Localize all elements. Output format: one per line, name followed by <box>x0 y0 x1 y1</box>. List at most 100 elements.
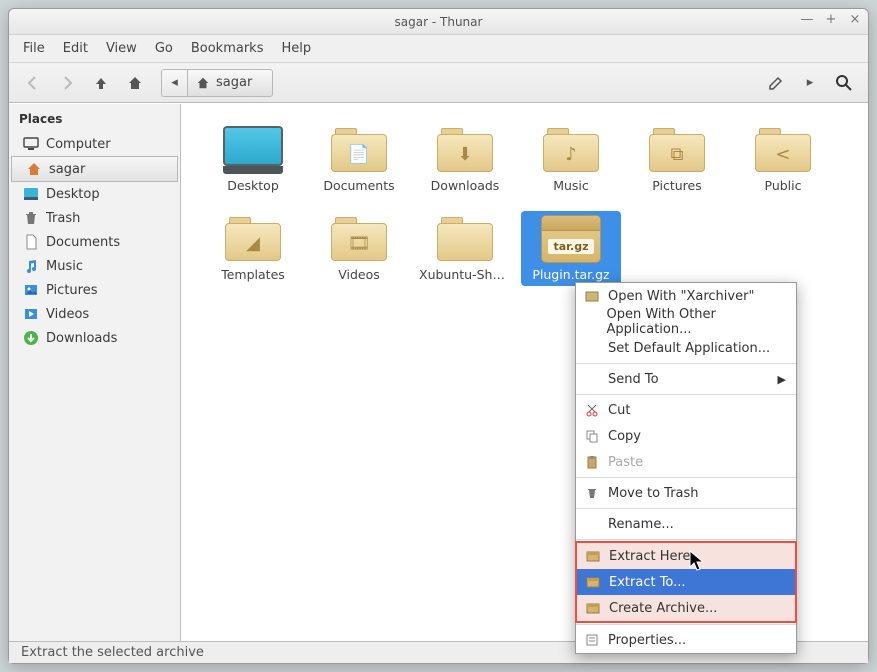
context-menu-item: Paste <box>576 449 796 475</box>
context-menu-item[interactable]: Copy <box>576 423 796 449</box>
menu-separator <box>576 624 796 625</box>
menu-go[interactable]: Go <box>155 41 173 56</box>
file-item[interactable]: Desktop <box>203 122 303 197</box>
context-menu-label: Create Archive... <box>609 601 717 616</box>
sidebar-item-pictures[interactable]: Pictures <box>9 278 180 302</box>
copy-icon <box>584 428 600 444</box>
trash-icon <box>23 210 39 226</box>
file-item[interactable]: 🎞Videos <box>309 211 409 286</box>
file-item[interactable]: <Public <box>733 122 833 197</box>
monitor-icon <box>23 136 39 152</box>
file-label: Xubuntu-Shared <box>419 267 511 282</box>
sidebar-item-trash[interactable]: Trash <box>9 206 180 230</box>
blank-icon <box>584 371 600 387</box>
cut-icon <box>584 402 600 418</box>
file-item[interactable]: ♪Music <box>521 122 621 197</box>
context-menu-item[interactable]: Move to Trash <box>576 480 796 506</box>
path-back-button[interactable]: ◂ <box>161 69 187 97</box>
context-menu-item[interactable]: Open With Other Application... <box>576 309 796 335</box>
sidebar-item-sagar[interactable]: sagar <box>11 156 178 182</box>
blank-icon <box>584 340 600 356</box>
folder-icon: ⬇ <box>435 126 495 174</box>
folder-icon: 📄 <box>329 126 389 174</box>
sidebar-item-label: Documents <box>46 235 120 250</box>
path-segment-label: sagar <box>216 75 252 90</box>
file-label: Pictures <box>652 178 702 193</box>
context-menu-item[interactable]: Cut <box>576 397 796 423</box>
downloads-icon <box>23 330 39 346</box>
file-item[interactable]: Xubuntu-Shared <box>415 211 515 286</box>
sidebar-item-label: Downloads <box>46 331 117 346</box>
nav-forward-button[interactable] <box>53 69 81 97</box>
sidebar-item-videos[interactable]: Videos <box>9 302 180 326</box>
context-menu-label: Open With "Xarchiver" <box>608 289 754 304</box>
maximize-button[interactable]: + <box>824 12 838 27</box>
context-menu-label: Extract Here <box>609 549 691 564</box>
sidebar-item-desktop[interactable]: Desktop <box>9 182 180 206</box>
file-item[interactable]: ⬇Downloads <box>415 122 515 197</box>
context-menu-item[interactable]: Send To ▶ <box>576 366 796 392</box>
videos-icon <box>23 306 39 322</box>
context-menu-label: Set Default Application... <box>608 341 770 356</box>
file-item[interactable]: tar.gz Plugin.tar.gz <box>521 211 621 286</box>
sidebar-item-label: Trash <box>46 211 80 226</box>
blank-icon <box>584 314 598 330</box>
edit-path-button[interactable] <box>762 69 790 97</box>
nav-up-button[interactable] <box>87 69 115 97</box>
context-menu-label: Extract To... <box>609 575 686 590</box>
sidebar-item-music[interactable]: Music <box>9 254 180 278</box>
context-menu-label: Move to Trash <box>608 486 699 501</box>
path-more-button[interactable]: ▸ <box>796 69 824 97</box>
sidebar-item-computer[interactable]: Computer <box>9 132 180 156</box>
menu-bookmarks[interactable]: Bookmarks <box>191 41 264 56</box>
context-menu: Open With "Xarchiver" Open With Other App… <box>575 282 797 654</box>
context-menu-label: Copy <box>608 429 641 444</box>
file-label: Plugin.tar.gz <box>532 267 609 282</box>
context-menu-label: Properties... <box>608 633 686 648</box>
submenu-arrow-icon: ▶ <box>778 373 786 386</box>
context-menu-item[interactable]: Properties... <box>576 627 796 653</box>
menu-separator <box>576 477 796 478</box>
file-label: Desktop <box>227 178 279 193</box>
archive-icon: tar.gz <box>541 215 601 263</box>
folder-icon: ◢ <box>223 215 283 263</box>
context-menu-label: Send To <box>608 372 659 387</box>
statusbar-text: Extract the selected archive <box>21 645 204 660</box>
minimize-button[interactable]: — <box>800 12 814 27</box>
nav-home-button[interactable] <box>121 69 149 97</box>
folder-icon: ⧉ <box>647 126 707 174</box>
titlebar[interactable]: sagar - Thunar — + × <box>9 9 868 35</box>
highlight-region: Extract Here Extract To... Create Archive.… <box>575 541 797 623</box>
search-button[interactable] <box>830 69 858 97</box>
menubar: File Edit View Go Bookmarks Help <box>9 35 868 63</box>
context-menu-item[interactable]: Extract To... <box>577 569 795 595</box>
sidebar-item-documents[interactable]: Documents <box>9 230 180 254</box>
context-menu-item[interactable]: Set Default Application... <box>576 335 796 361</box>
context-menu-item[interactable]: Extract Here <box>577 543 795 569</box>
file-label: Videos <box>338 267 380 282</box>
file-label: Templates <box>221 267 285 282</box>
pkg-icon <box>584 288 600 304</box>
file-item[interactable]: ◢ Templates <box>203 211 303 286</box>
menu-view[interactable]: View <box>106 41 137 56</box>
menu-help[interactable]: Help <box>281 41 311 56</box>
file-item[interactable]: 📄 Documents <box>309 122 409 197</box>
file-item[interactable]: ⧉ Pictures <box>627 122 727 197</box>
menu-edit[interactable]: Edit <box>63 41 88 56</box>
home-icon <box>26 161 42 177</box>
sidebar-item-downloads[interactable]: Downloads <box>9 326 180 350</box>
context-menu-item[interactable]: Open With "Xarchiver" <box>576 283 796 309</box>
file-label: Documents <box>323 178 394 193</box>
blank-icon <box>584 516 600 532</box>
toolbar: ◂ sagar ▸ <box>9 63 868 103</box>
menu-separator <box>576 363 796 364</box>
box-icon <box>585 600 601 616</box>
nav-back-button[interactable] <box>19 69 47 97</box>
file-label: Music <box>553 178 589 193</box>
context-menu-item[interactable]: Rename... <box>576 511 796 537</box>
context-menu-item[interactable]: Create Archive... <box>577 595 795 621</box>
path-segment-home[interactable]: sagar <box>187 69 273 97</box>
menu-file[interactable]: File <box>23 41 45 56</box>
close-button[interactable]: × <box>848 12 862 27</box>
sidebar-header: Places <box>9 104 180 132</box>
